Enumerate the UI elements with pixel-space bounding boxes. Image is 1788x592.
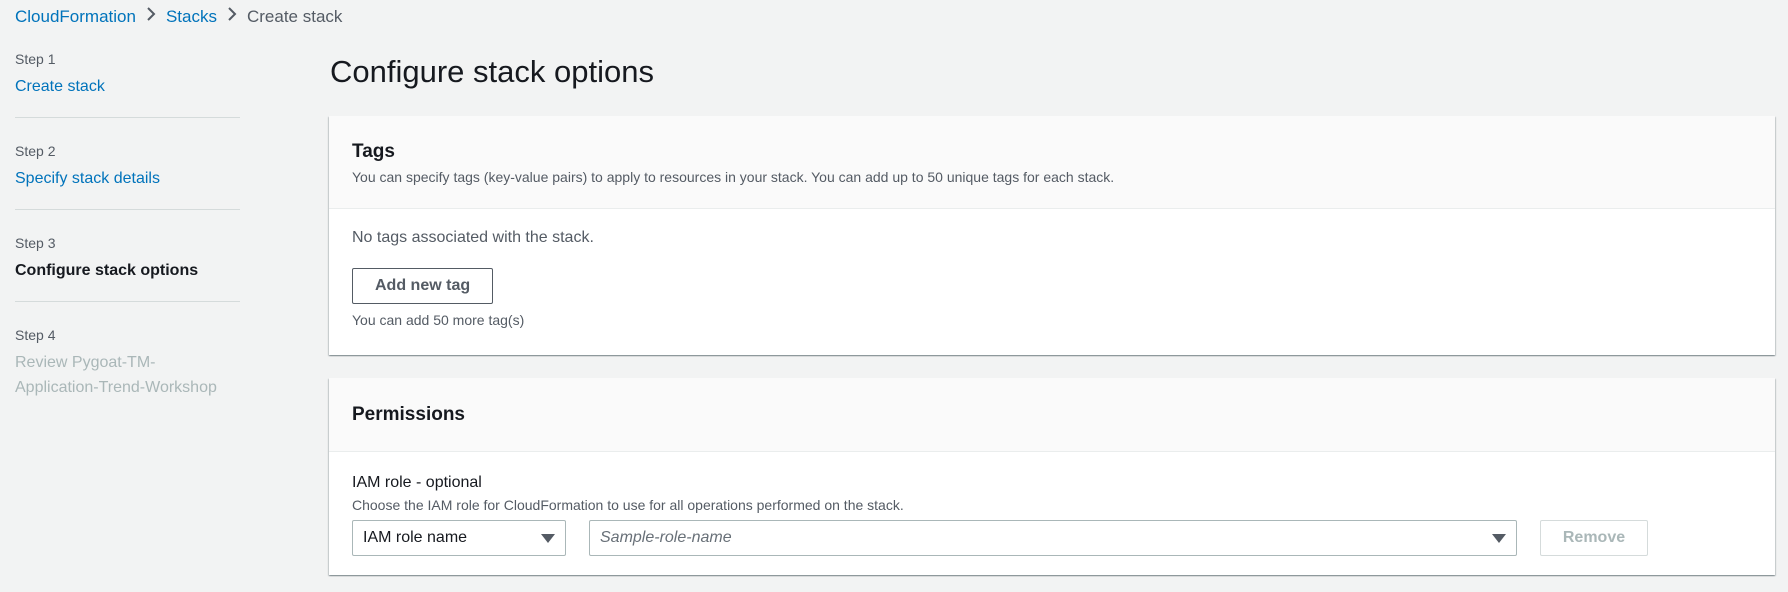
step-3: Step 3 Configure stack options bbox=[15, 234, 240, 302]
permissions-panel: Permissions IAM role - optional Choose t… bbox=[329, 378, 1775, 575]
step-link-create-stack[interactable]: Create stack bbox=[15, 74, 240, 99]
tags-remaining-hint: You can add 50 more tag(s) bbox=[352, 312, 525, 328]
add-new-tag-button[interactable]: Add new tag bbox=[352, 268, 494, 304]
permissions-panel-header: Permissions bbox=[329, 378, 1775, 452]
tags-description: You can specify tags (key-value pairs) t… bbox=[352, 169, 1115, 185]
step-review-label: Review Pygoat-TM- Application-Trend-Work… bbox=[15, 350, 240, 400]
iam-role-name-select[interactable]: Sample-role-name bbox=[589, 520, 1517, 556]
breadcrumb-stacks[interactable]: Stacks bbox=[166, 7, 217, 27]
permissions-title: Permissions bbox=[352, 403, 465, 425]
tags-panel-header: Tags You can specify tags (key-value pai… bbox=[329, 116, 1775, 209]
tags-panel-body: No tags associated with the stack. Add n… bbox=[329, 209, 1775, 348]
breadcrumb-cloudformation[interactable]: CloudFormation bbox=[15, 7, 136, 27]
iam-role-row: IAM role name Sample-role-name Remove bbox=[352, 520, 1752, 556]
step-number: Step 4 bbox=[15, 327, 56, 343]
step-current-configure-stack-options: Configure stack options bbox=[15, 262, 199, 279]
breadcrumb: CloudFormation Stacks Create stack bbox=[15, 6, 342, 27]
wizard-steps: Step 1 Create stack Step 2 Specify stack… bbox=[15, 50, 240, 442]
iam-role-label: IAM role - optional bbox=[352, 474, 482, 491]
remove-role-button[interactable]: Remove bbox=[1540, 520, 1648, 556]
step-4: Step 4 Review Pygoat-TM- Application-Tre… bbox=[15, 326, 240, 418]
page-title: Configure stack options bbox=[330, 54, 654, 89]
breadcrumb-create-stack: Create stack bbox=[246, 6, 343, 26]
step-number: Step 1 bbox=[15, 51, 56, 67]
tags-title: Tags bbox=[352, 141, 395, 162]
tags-empty-text: No tags associated with the stack. bbox=[352, 229, 594, 246]
caret-down-icon bbox=[541, 534, 555, 543]
permissions-panel-body: IAM role - optional Choose the IAM role … bbox=[329, 452, 1775, 577]
iam-role-type-select[interactable]: IAM role name bbox=[352, 520, 566, 556]
iam-role-description: Choose the IAM role for CloudFormation t… bbox=[352, 497, 904, 513]
step-review-label-line2: Application-Trend-Workshop bbox=[15, 379, 217, 396]
step-1: Step 1 Create stack bbox=[15, 50, 240, 118]
step-2: Step 2 Specify stack details bbox=[15, 142, 240, 210]
chevron-right-icon bbox=[217, 6, 247, 27]
iam-role-type-value: IAM role name bbox=[363, 529, 468, 546]
step-number: Step 2 bbox=[15, 143, 56, 159]
tags-panel: Tags You can specify tags (key-value pai… bbox=[329, 116, 1775, 355]
chevron-right-icon bbox=[136, 6, 166, 27]
step-number: Step 3 bbox=[15, 235, 56, 251]
step-review-label-line1: Review Pygoat-TM- bbox=[15, 354, 156, 371]
iam-role-name-placeholder: Sample-role-name bbox=[600, 529, 732, 546]
step-link-specify-stack-details[interactable]: Specify stack details bbox=[15, 166, 240, 191]
caret-down-icon bbox=[1492, 534, 1506, 543]
